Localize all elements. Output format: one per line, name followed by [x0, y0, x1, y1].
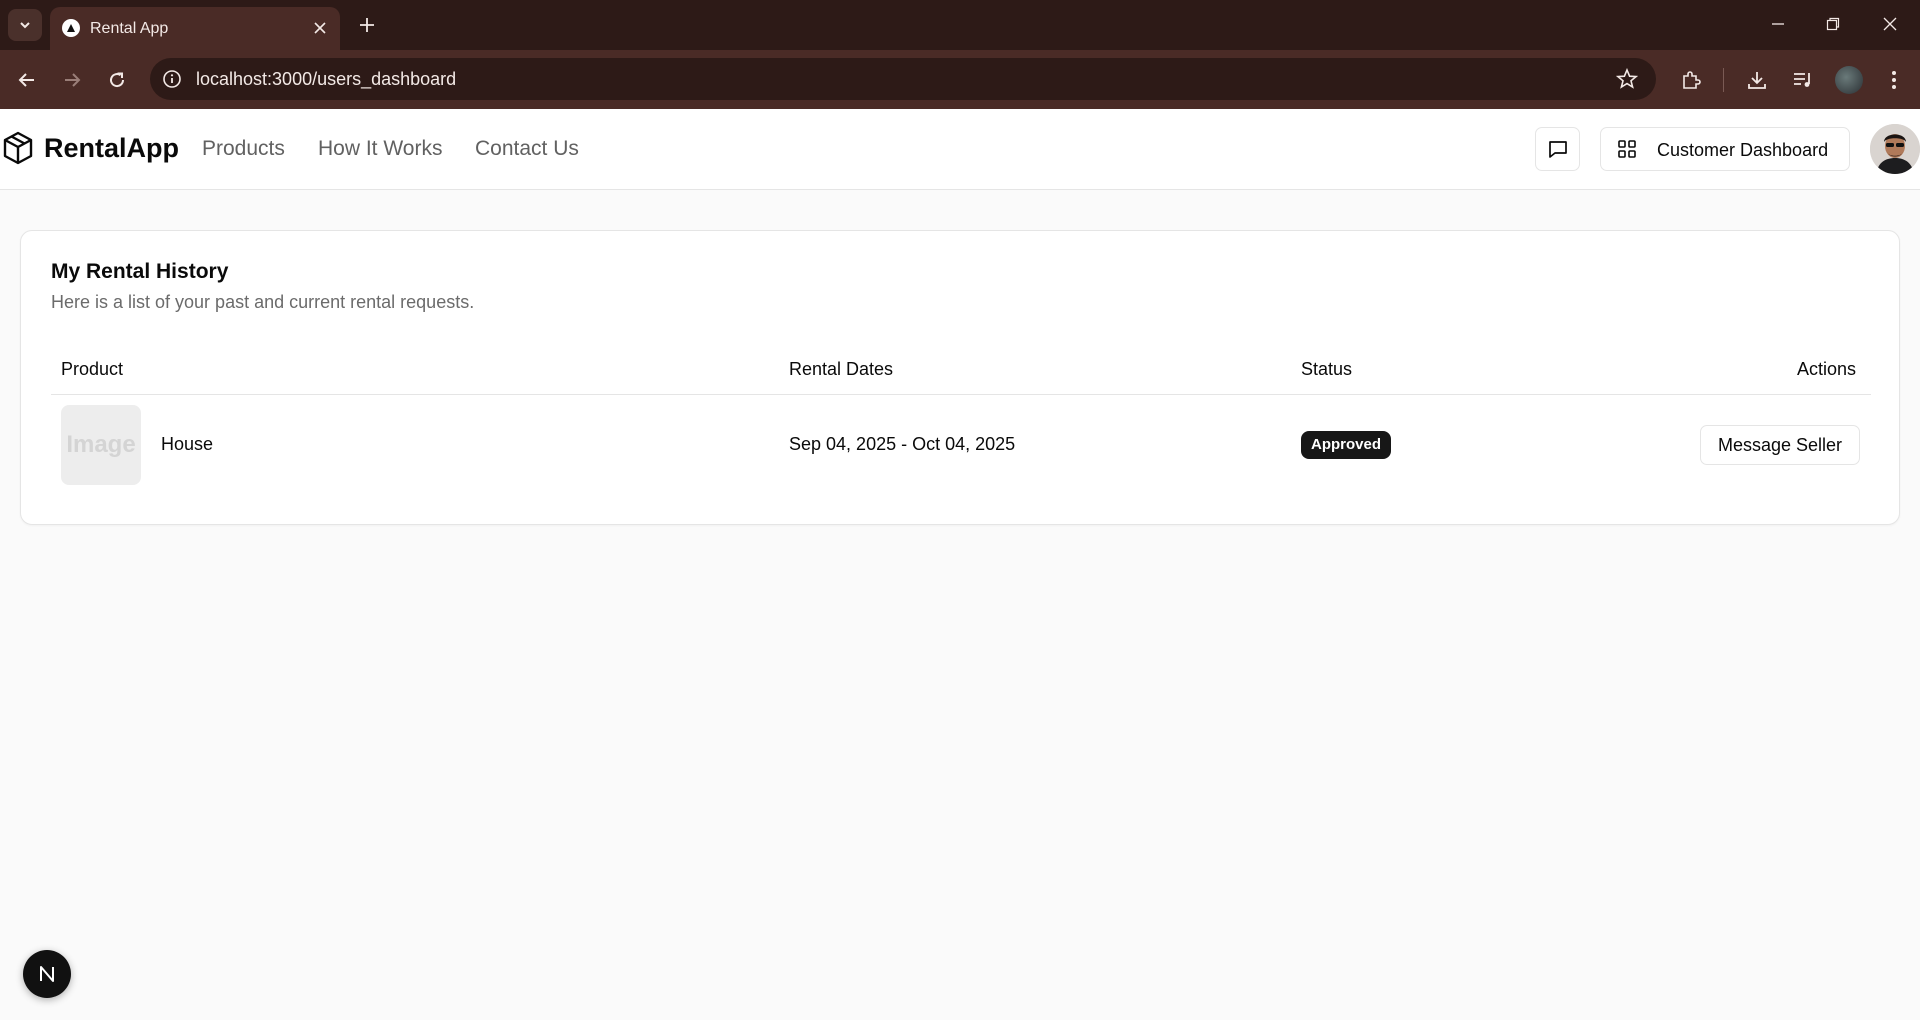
- message-seller-button[interactable]: Message Seller: [1700, 425, 1860, 465]
- product-image-placeholder: Image: [61, 405, 141, 485]
- toolbar-divider: [1723, 68, 1724, 92]
- app-header: RentalApp Products How It Works Contact …: [0, 109, 1920, 190]
- plus-icon[interactable]: [355, 13, 379, 37]
- download-icon[interactable]: [1743, 66, 1771, 94]
- tab-search-button[interactable]: [8, 9, 42, 41]
- browser-tab[interactable]: Rental App: [50, 7, 340, 50]
- table-header-divider: [51, 394, 1871, 395]
- status-badge: Approved: [1301, 431, 1392, 459]
- n-logo-icon: [40, 966, 54, 982]
- triangle-icon: [62, 19, 80, 37]
- user-avatar[interactable]: [1870, 124, 1920, 174]
- layout-grid-icon: [1618, 140, 1636, 158]
- star-icon[interactable]: [1616, 68, 1638, 90]
- customer-dashboard-button[interactable]: Customer Dashboard: [1600, 127, 1850, 171]
- media-controls-icon[interactable]: [1789, 66, 1817, 94]
- customer-dashboard-label: Customer Dashboard: [1657, 140, 1829, 160]
- reload-icon[interactable]: [103, 66, 131, 94]
- column-header-rental-dates: Rental Dates: [789, 359, 894, 379]
- card-title: My Rental History: [51, 260, 229, 283]
- nav-link-how-it-works[interactable]: How It Works: [318, 137, 442, 161]
- restore-icon[interactable]: [1815, 10, 1851, 38]
- column-header-actions: Actions: [1797, 359, 1857, 379]
- card-description: Here is a list of your past and current …: [51, 292, 475, 312]
- dev-tools-badge[interactable]: [23, 950, 71, 998]
- url-text: localhost:3000/users_dashboard: [196, 69, 457, 89]
- nav-link-products[interactable]: Products: [202, 137, 285, 161]
- tab-title: Rental App: [90, 20, 169, 37]
- box-logo-icon[interactable]: [2, 131, 34, 165]
- nav-link-contact-us[interactable]: Contact Us: [475, 137, 579, 161]
- message-square-icon: [1548, 141, 1567, 158]
- rental-history-card: My Rental History Here is a list of your…: [20, 230, 1900, 525]
- back-arrow-icon[interactable]: [13, 66, 41, 94]
- close-window-icon[interactable]: [1872, 10, 1908, 38]
- rental-dates: Sep 04, 2025 - Oct 04, 2025: [789, 434, 1016, 454]
- extensions-icon[interactable]: [1677, 66, 1705, 94]
- column-header-product: Product: [61, 359, 124, 379]
- column-header-status: Status: [1301, 359, 1353, 379]
- product-name: House: [161, 434, 214, 454]
- browser-profile-icon[interactable]: [1835, 66, 1863, 94]
- address-bar[interactable]: localhost:3000/users_dashboard: [150, 58, 1656, 100]
- messages-button[interactable]: [1535, 127, 1580, 171]
- chevron-down-icon: [20, 22, 30, 29]
- info-icon[interactable]: [162, 69, 182, 89]
- browser-tab-bar: Rental App: [0, 0, 1920, 50]
- logo-text[interactable]: RentalApp: [44, 133, 179, 164]
- close-icon[interactable]: [310, 18, 330, 38]
- forward-arrow-icon[interactable]: [58, 66, 86, 94]
- more-vertical-icon[interactable]: [1880, 66, 1908, 94]
- minimize-icon[interactable]: [1760, 10, 1796, 38]
- browser-toolbar: localhost:3000/users_dashboard: [0, 50, 1920, 109]
